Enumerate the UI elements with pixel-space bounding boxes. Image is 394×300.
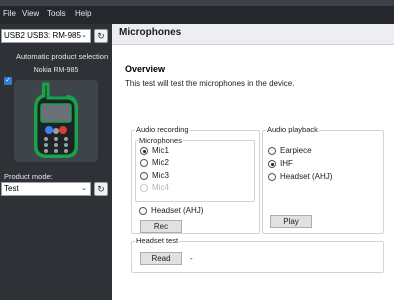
connection-select-value: USB2 USB3: RM-985: [4, 31, 81, 40]
refresh-connection-button[interactable]: ↻: [94, 29, 108, 43]
audio-playback-group: Audio playback Earpiece IHF Headset (AHJ…: [262, 125, 384, 234]
mic2-label: Mic2: [152, 158, 169, 167]
main-panel: Microphones Overview This test will test…: [112, 24, 394, 300]
headset-ahj-record-label: Headset (AHJ): [151, 206, 204, 215]
mic2-radio[interactable]: [140, 159, 148, 167]
audio-recording-group: Audio recording Microphones Mic1 Mic2 Mi…: [131, 125, 260, 234]
chevron-down-icon: ⌄: [81, 185, 87, 192]
mic1-label: Mic1: [152, 146, 169, 155]
headset-ahj-play-label: Headset (AHJ): [280, 172, 333, 181]
rec-button[interactable]: Rec: [140, 220, 182, 233]
mic4-radio: [140, 184, 148, 192]
menu-help[interactable]: Help: [75, 9, 91, 18]
auto-selection-label: Automatic product selection: [16, 52, 109, 61]
play-button[interactable]: Play: [270, 215, 312, 228]
device-name: Nokia RM-985: [33, 67, 79, 74]
refresh-icon: ↻: [97, 31, 105, 41]
refresh-mode-button[interactable]: ↻: [94, 182, 108, 196]
earpiece-label: Earpiece: [280, 146, 312, 155]
sidebar: USB2 USB3: RM-985 ⌄ ↻ ✓ Automatic produc…: [0, 24, 112, 300]
earpiece-radio[interactable]: [268, 147, 276, 155]
mic1-radio[interactable]: [140, 147, 148, 155]
chevron-down-icon: ⌄: [81, 32, 87, 39]
mic3-label: Mic3: [152, 171, 169, 180]
page-title: Microphones: [119, 27, 182, 38]
menu-bar: File View Tools Help: [0, 6, 394, 24]
auto-selection-checkbox[interactable]: ✓: [4, 77, 12, 85]
mic3-radio[interactable]: [140, 172, 148, 180]
menu-file[interactable]: File: [3, 9, 16, 18]
product-mode-value: Test: [4, 184, 19, 193]
ihf-radio[interactable]: [268, 160, 276, 168]
ihf-label: IHF: [280, 159, 293, 168]
menu-view[interactable]: View: [22, 9, 39, 18]
headset-ahj-play-radio[interactable]: [268, 173, 276, 181]
read-button[interactable]: Read: [140, 252, 182, 265]
headset-test-result: -: [190, 254, 193, 263]
connection-select[interactable]: USB2 USB3: RM-985 ⌄: [1, 29, 91, 43]
page-header: Microphones: [112, 24, 394, 45]
refresh-icon: ↻: [97, 184, 105, 194]
audio-playback-title: Audio playback: [266, 125, 319, 134]
phone-image: [14, 80, 98, 162]
overview-text: This test will test the microphones in t…: [125, 79, 295, 88]
menu-tools[interactable]: Tools: [47, 9, 66, 18]
microphones-title: Microphones: [138, 136, 183, 145]
microphones-group: Microphones Mic1 Mic2 Mic3 Mic4: [135, 136, 255, 202]
headset-ahj-record-radio[interactable]: [139, 207, 147, 215]
headset-test-group: Headset test Read -: [131, 236, 384, 273]
headset-test-title: Headset test: [135, 236, 180, 245]
audio-recording-title: Audio recording: [135, 125, 190, 134]
overview-heading: Overview: [125, 64, 166, 74]
mic4-label: Mic4: [152, 183, 169, 192]
product-mode-select[interactable]: Test ⌄: [1, 182, 91, 196]
product-mode-label: Product mode:: [4, 172, 53, 181]
